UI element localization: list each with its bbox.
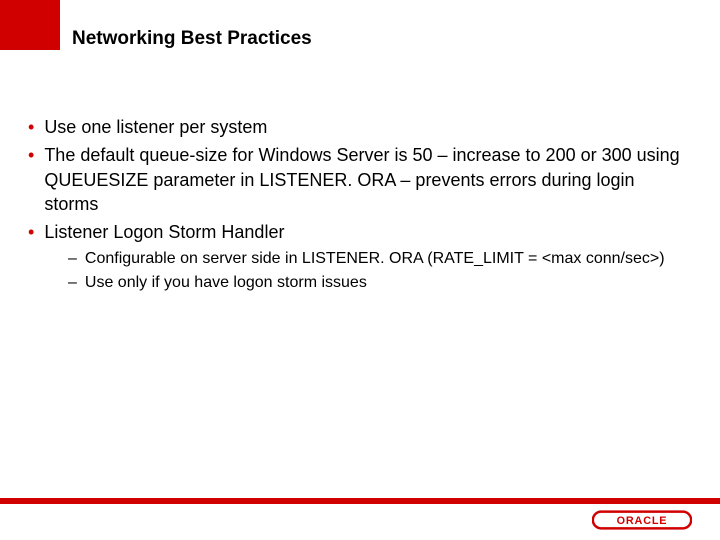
- bullet-dot-icon: •: [28, 115, 34, 139]
- bullet-text: The default queue-size for Windows Serve…: [44, 143, 692, 216]
- bullet-text: Use one listener per system: [44, 115, 692, 139]
- slide-content: • Use one listener per system • The defa…: [28, 115, 692, 296]
- sub-bullet-text: Configurable on server side in LISTENER.…: [85, 248, 665, 270]
- sub-bullet-item: – Configurable on server side in LISTENE…: [68, 248, 692, 270]
- bullet-dot-icon: •: [28, 220, 34, 244]
- bullet-text: Listener Logon Storm Handler: [44, 220, 692, 244]
- dash-icon: –: [68, 272, 77, 294]
- sub-bullet-list: – Configurable on server side in LISTENE…: [68, 248, 692, 293]
- oracle-logo: ORACLE: [592, 510, 692, 530]
- bullet-item: • Listener Logon Storm Handler: [28, 220, 692, 244]
- bullet-item: • Use one listener per system: [28, 115, 692, 139]
- sub-bullet-item: – Use only if you have logon storm issue…: [68, 272, 692, 294]
- footer-red-bar: [0, 498, 720, 504]
- oracle-logo-text: ORACLE: [617, 515, 668, 527]
- sub-bullet-text: Use only if you have logon storm issues: [85, 272, 367, 294]
- slide-title: Networking Best Practices: [72, 28, 312, 50]
- bullet-item: • The default queue-size for Windows Ser…: [28, 143, 692, 216]
- bullet-dot-icon: •: [28, 143, 34, 167]
- dash-icon: –: [68, 248, 77, 270]
- header-red-block: [0, 0, 60, 50]
